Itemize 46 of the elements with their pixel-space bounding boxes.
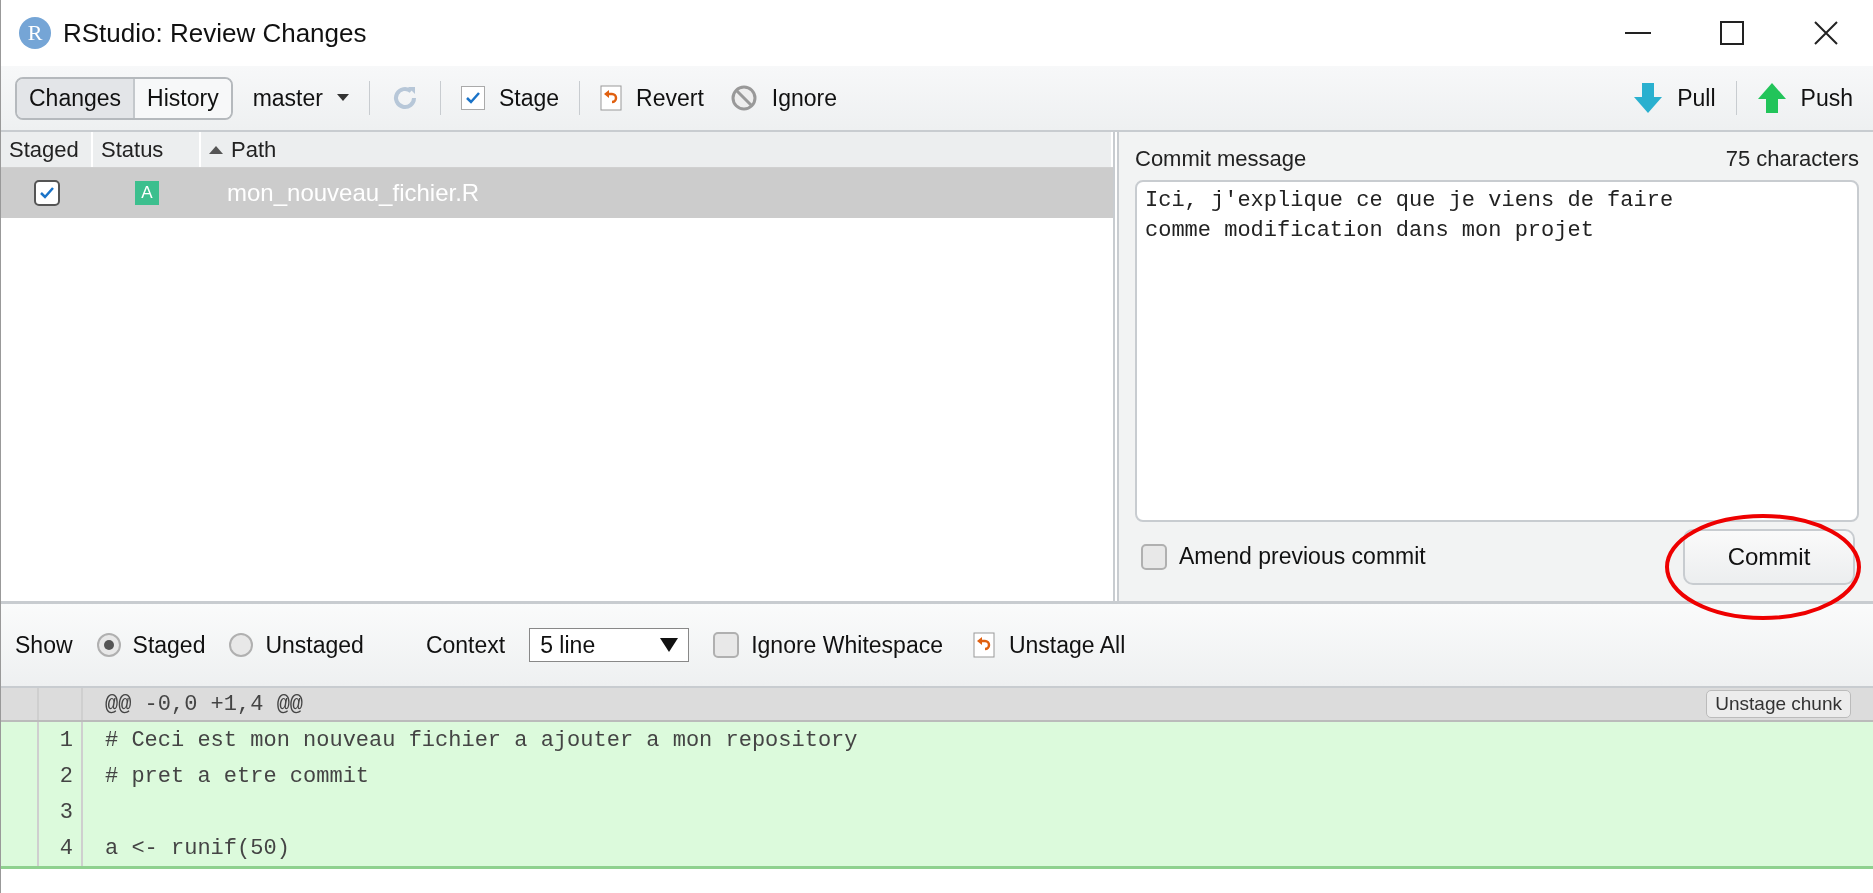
staged-checkbox[interactable] xyxy=(34,180,60,206)
maximize-icon xyxy=(1720,21,1744,45)
radio-label: Unstaged xyxy=(265,631,364,659)
show-label: Show xyxy=(15,631,73,659)
minimize-icon xyxy=(1625,32,1651,34)
radio-button[interactable] xyxy=(96,633,121,657)
commit-message-label: Commit message xyxy=(1135,146,1307,172)
revert-button[interactable]: Revert xyxy=(594,80,710,116)
radio-label: Staged xyxy=(132,631,206,659)
code-line: # Ceci est mon nouveau fichier a ajouter a mon repository xyxy=(104,727,858,753)
character-count: 75 characters xyxy=(1725,146,1859,172)
unstage-all-button[interactable]: Unstage All xyxy=(966,627,1132,663)
sort-icon xyxy=(209,145,223,154)
ignore-icon xyxy=(729,84,758,112)
code-line: a <- runif(50) xyxy=(104,835,290,861)
ignore-button[interactable]: Ignore xyxy=(723,80,843,116)
commit-button[interactable]: Commit xyxy=(1683,528,1855,585)
branch-dropdown[interactable]: master xyxy=(246,80,355,116)
view-tab[interactable]: Changes xyxy=(17,78,136,118)
app-logo: R xyxy=(19,17,51,49)
caret-icon xyxy=(336,94,349,102)
caret-icon xyxy=(660,638,679,652)
revert-icon xyxy=(972,632,995,658)
ignore-whitespace-label: Ignore Whitespace xyxy=(751,631,943,659)
close-icon xyxy=(1814,21,1838,45)
code-line: # pret a etre commit xyxy=(104,763,370,789)
hunk-header: @@ -0,0 +1,4 @@ xyxy=(104,691,304,717)
status-badge: A xyxy=(135,181,159,205)
up-arrow-icon xyxy=(1756,82,1787,114)
amend-label: Amend previous commit xyxy=(1179,543,1426,570)
view-tab[interactable]: History xyxy=(135,78,231,118)
radio-button[interactable] xyxy=(229,633,254,657)
pull-button[interactable]: Pull xyxy=(1627,78,1722,118)
revert-icon xyxy=(600,85,623,111)
amend-checkbox[interactable] xyxy=(1141,543,1167,570)
checkmark-icon xyxy=(39,186,55,200)
checkmark-icon xyxy=(464,91,481,105)
window-title: RStudio: Review Changes xyxy=(63,17,367,49)
down-arrow-icon xyxy=(1633,82,1664,114)
context-dropdown[interactable]: 5 line xyxy=(529,628,690,662)
context-label: Context xyxy=(425,631,506,659)
unstage-chunk-button[interactable]: Unstage chunk xyxy=(1706,690,1851,718)
stage-button[interactable]: Stage xyxy=(454,80,566,116)
commit-message-field[interactable]: Ici, j'explique ce que je viens de faire comme modification dans mon projet xyxy=(1135,180,1859,522)
ignore-whitespace-checkbox[interactable] xyxy=(713,632,740,658)
push-button[interactable]: Push xyxy=(1750,78,1859,118)
